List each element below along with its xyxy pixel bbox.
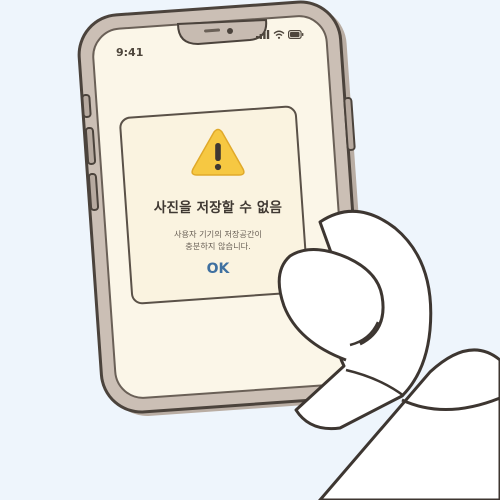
dialog-title: 사진을 저장할 수 없음 [153, 200, 283, 216]
alert-dialog: 사진을 저장할 수 없음 사용자 기기의 저장공간이 충분하지 않습니다. OK [138, 118, 298, 288]
screen-content: 9:41 사진을 저장할 수 없음 사용자 기기의 저장공간이 충분하지 않습니… [0, 0, 500, 500]
battery-icon [288, 30, 304, 39]
status-time: 9:41 [116, 46, 144, 59]
signal-icon [256, 30, 270, 39]
warning-icon [191, 128, 245, 176]
dialog-message-line: 사용자 기기의 저장공간이 [173, 229, 263, 239]
ok-button[interactable]: OK [194, 258, 242, 280]
status-icons [256, 30, 304, 39]
wifi-icon [273, 30, 285, 39]
dialog-message: 사용자 기기의 저장공간이 충분하지 않습니다. [138, 228, 298, 252]
dialog-message-line: 충분하지 않습니다. [185, 241, 251, 251]
